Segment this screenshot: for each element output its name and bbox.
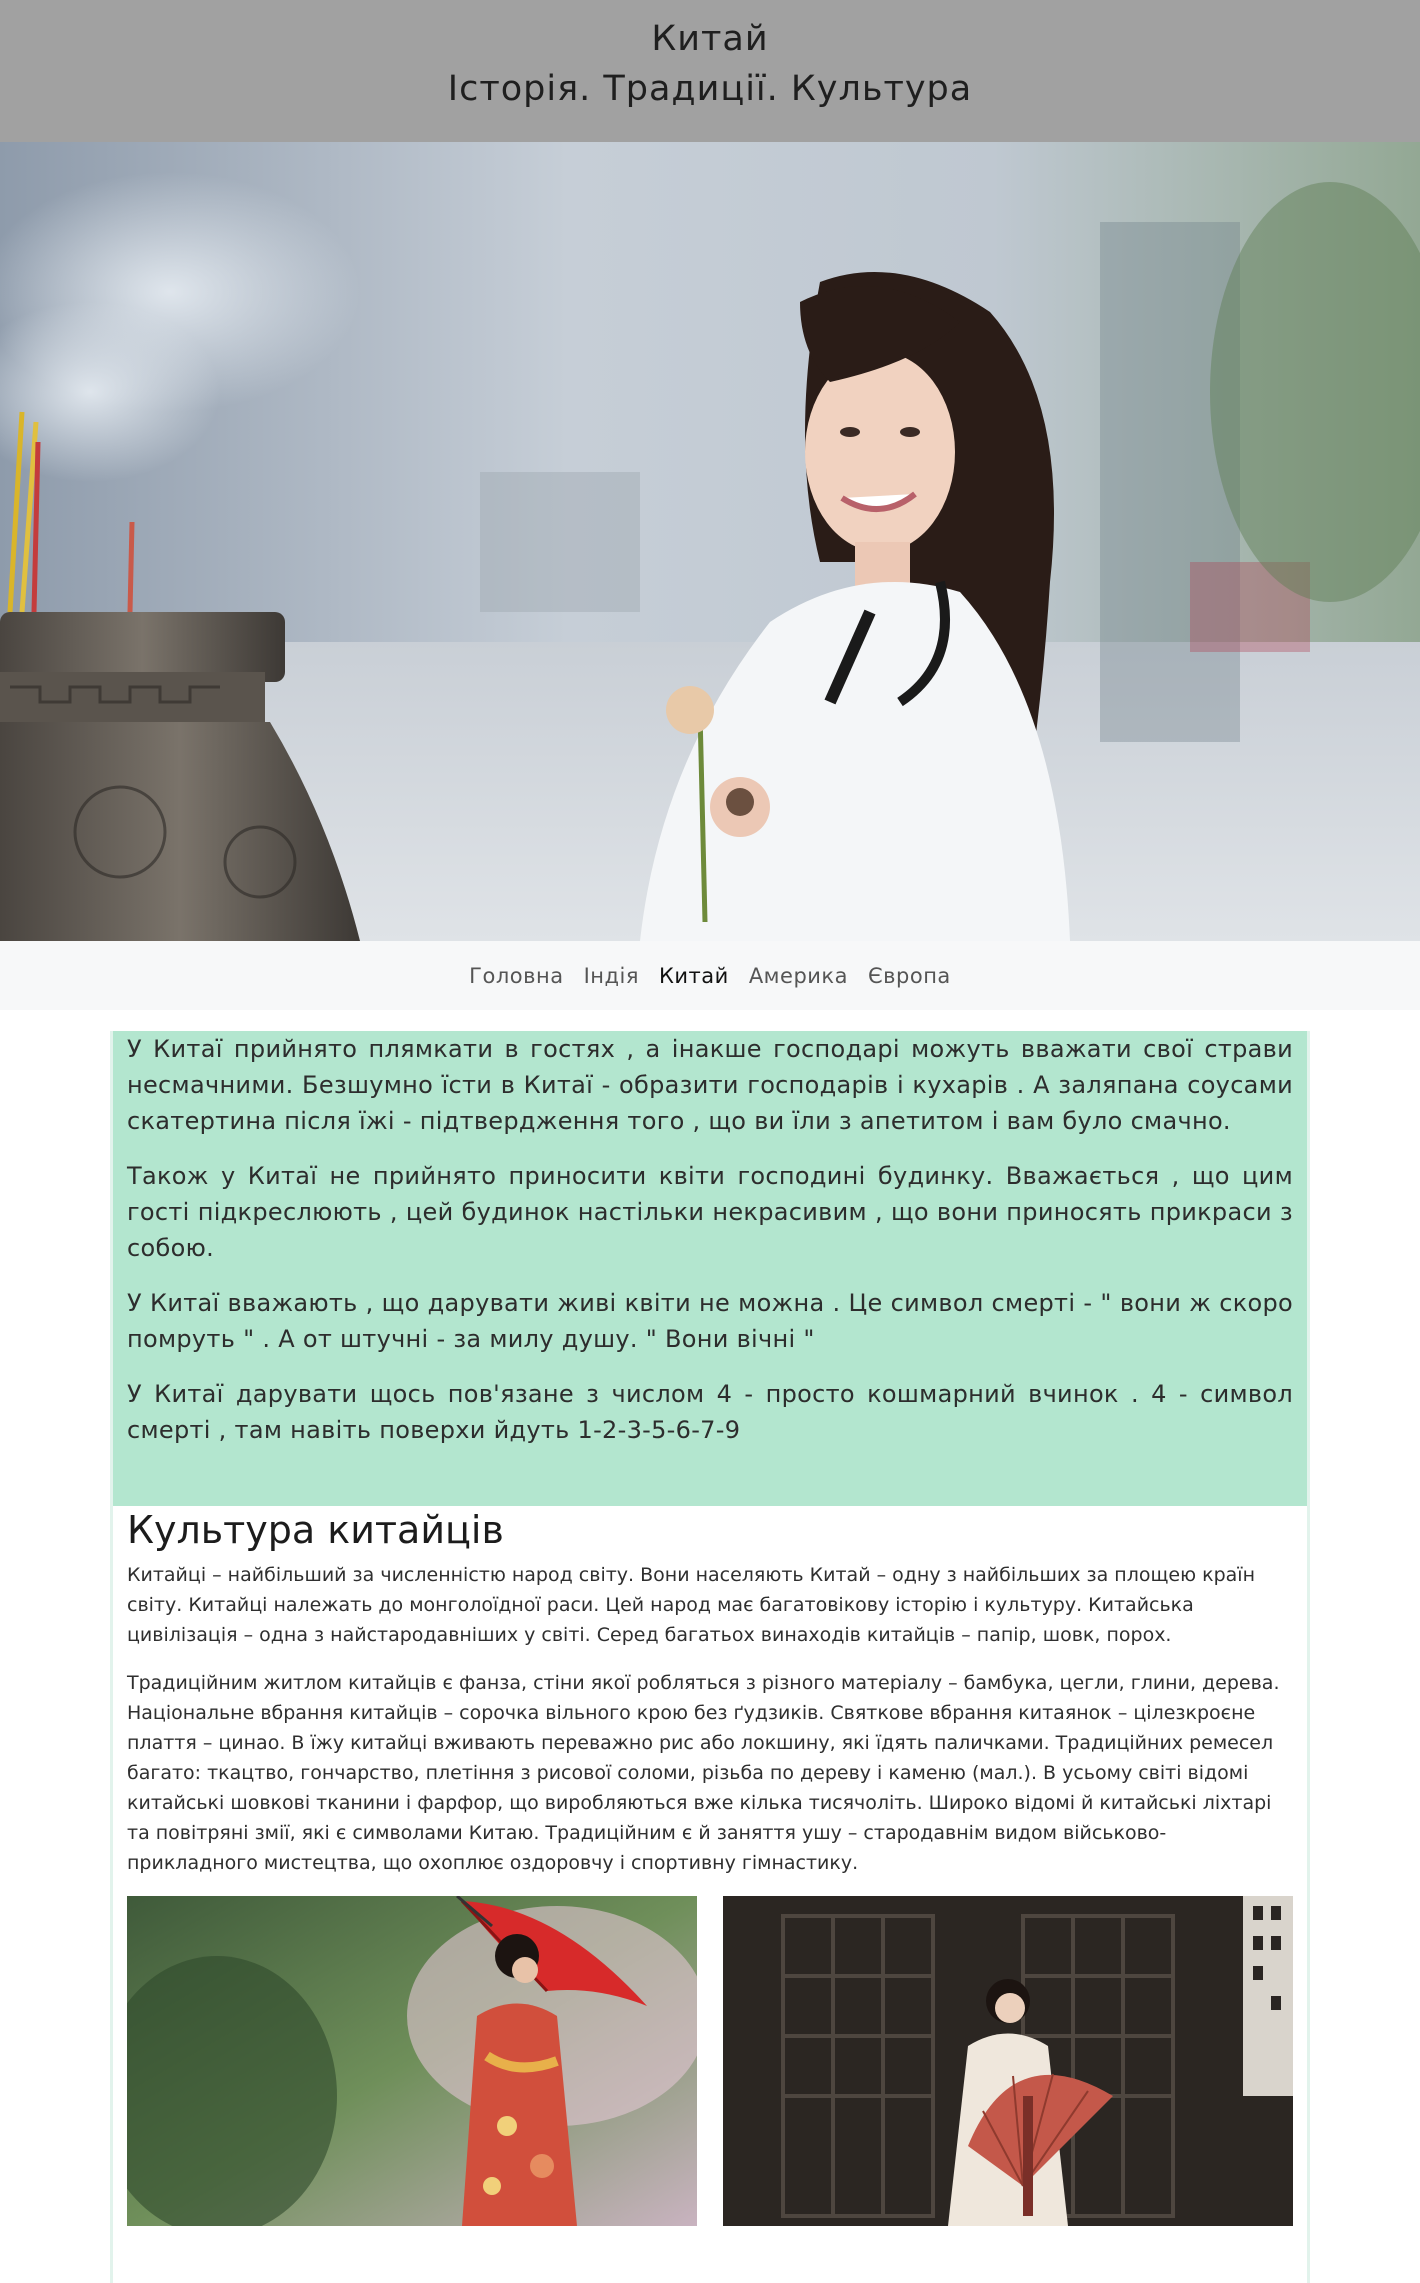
nav-link-america[interactable]: Америка	[749, 964, 848, 988]
nav-link-china[interactable]: Китай	[659, 964, 729, 988]
main-nav: Головна Індія Китай Америка Європа	[0, 941, 1420, 1010]
culture-heading: Культура китайців	[127, 1508, 504, 1552]
main-content: У Китаї прийнято плямкати в гостях , а і…	[110, 1031, 1310, 2283]
customs-paragraph: У Китаї дарувати щось пов'язане з числом…	[127, 1380, 1293, 1444]
customs-paragraph: У Китаї вважають , що дарувати живі квіт…	[127, 1289, 1293, 1353]
culture-paragraph: Китайці – найбільший за численністю наро…	[127, 1564, 1255, 1646]
hero-image	[0, 142, 1420, 941]
nav-link-home[interactable]: Головна	[469, 964, 563, 988]
photo-kimono-umbrella	[127, 1896, 697, 2226]
kimono-umbrella-illustration	[127, 1896, 697, 2226]
nav-link-india[interactable]: Індія	[584, 964, 639, 988]
culture-section: Культура китайців Китайці – найбільший з…	[113, 1506, 1307, 2226]
hanfu-fan-illustration	[723, 1896, 1293, 2226]
customs-paragraph: У Китаї прийнято плямкати в гостях , а і…	[127, 1035, 1293, 1135]
photo-hanfu-fan	[723, 1896, 1293, 2226]
site-title: Китай	[651, 19, 769, 59]
culture-paragraph: Традиційним житлом китайців є фанза, сті…	[127, 1672, 1280, 1874]
customs-paragraph: Також у Китаї не прийнято приносити квіт…	[127, 1162, 1293, 1262]
customs-section: У Китаї прийнято плямкати в гостях , а і…	[113, 1031, 1307, 1506]
hero-illustration	[0, 142, 1420, 941]
site-header: Китай Історія. Традиції. Культура	[0, 0, 1420, 142]
site-subtitle: Історія. Традиції. Культура	[447, 69, 973, 109]
photo-row	[127, 1896, 1293, 2226]
nav-link-europe[interactable]: Європа	[868, 964, 951, 988]
